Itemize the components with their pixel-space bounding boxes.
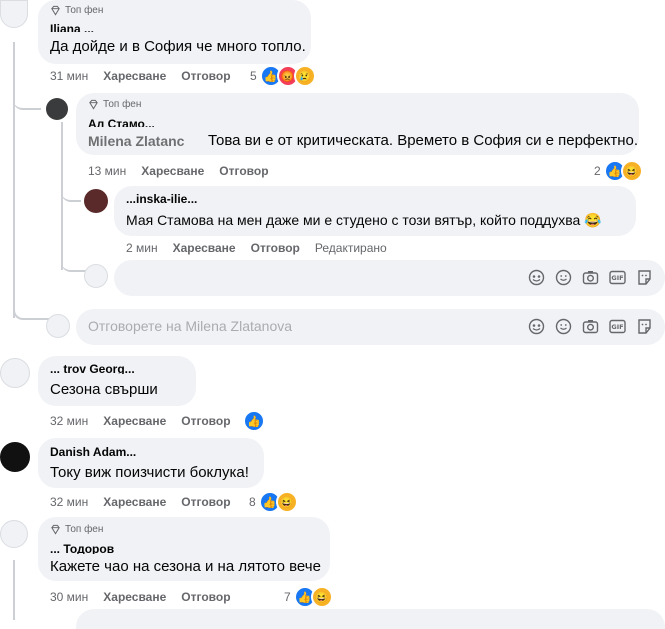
- reply-button[interactable]: Отговор: [181, 590, 230, 604]
- thread-line: [13, 42, 15, 318]
- comment-text: Мая Стамова на мен даже ми е студено с т…: [126, 212, 602, 228]
- reaction-count: 5: [250, 69, 257, 83]
- reply-button[interactable]: Отговор: [181, 69, 230, 83]
- comment-author[interactable]: Danish Adam...: [50, 445, 160, 457]
- like-button[interactable]: Харесване: [173, 241, 236, 255]
- comment-actions: 2 мин Харесване Отговор Редактирано: [126, 241, 387, 255]
- like-button[interactable]: Харесване: [103, 69, 166, 83]
- reply-button[interactable]: Отговор: [181, 495, 230, 509]
- badge-label: Топ фен: [65, 524, 104, 535]
- comment-text: Да дойде и в София че много топло.: [50, 38, 306, 55]
- gif-sticker-icon[interactable]: [636, 318, 653, 335]
- avatar[interactable]: [0, 442, 30, 472]
- avatar: [46, 314, 70, 338]
- emoji-icon[interactable]: [555, 318, 572, 335]
- diamond-icon: [51, 5, 60, 16]
- like-button[interactable]: Харесване: [103, 495, 166, 509]
- like-button[interactable]: Харесване: [103, 590, 166, 604]
- comment-author[interactable]: ... trov Georg...: [50, 364, 190, 374]
- avatar[interactable]: [0, 0, 28, 28]
- emoji-icon[interactable]: [555, 269, 572, 286]
- camera-icon[interactable]: [582, 318, 599, 335]
- reply-button[interactable]: Отговор: [251, 241, 300, 255]
- comment-time[interactable]: 31 мин: [50, 69, 88, 83]
- reply-button[interactable]: Отговор: [219, 164, 268, 178]
- top-fan-badge: Топ фен: [50, 524, 103, 535]
- tagged-user[interactable]: Milena Zlatanc: [88, 133, 184, 149]
- comment-text: Току виж поизчисти боклука!: [50, 464, 249, 481]
- comment-actions: 32 мин Харесване Отговор: [50, 495, 231, 509]
- reaction-count: 7: [284, 590, 291, 604]
- comment-text: Сезона свърши: [50, 381, 158, 398]
- top-fan-badge: Топ фен: [50, 5, 103, 16]
- comment-text: Това ви е от критическата. Времето в Соф…: [208, 132, 639, 149]
- edited-label: Редактирано: [314, 241, 387, 255]
- next-item-edge: [76, 609, 665, 629]
- thread-line: [13, 560, 15, 620]
- reply-button[interactable]: Отговор: [181, 414, 230, 428]
- gif-icon[interactable]: GIF: [609, 269, 626, 286]
- thread-line: [13, 90, 41, 110]
- like-button[interactable]: Харесване: [103, 414, 166, 428]
- reaction-summary[interactable]: 7 👍 😆: [284, 586, 333, 608]
- comment-text: Кажете чао на сезона и на лятото вече: [50, 558, 321, 575]
- sad-icon: 😢: [293, 65, 316, 87]
- sticker-icon[interactable]: [528, 269, 545, 286]
- comment-actions: 30 мин Харесване Отговор: [50, 590, 231, 604]
- reaction-summary[interactable]: 5 👍 😡 😢: [250, 65, 316, 87]
- thread-line: [61, 250, 86, 272]
- reply-placeholder: Отговорете на Milena Zlatanova: [88, 318, 293, 334]
- reaction-summary[interactable]: 👍: [243, 410, 265, 432]
- badge-label: Топ фен: [65, 5, 104, 16]
- comment-author[interactable]: Iliana ...: [50, 20, 150, 32]
- thread-line: [61, 180, 81, 202]
- comment-actions: 32 мин Харесване Отговор: [50, 414, 231, 428]
- gif-sticker-icon[interactable]: [636, 269, 653, 286]
- svg-text:GIF: GIF: [611, 323, 623, 331]
- top-fan-badge: Топ фен: [88, 99, 141, 110]
- like-button[interactable]: Харесване: [141, 164, 204, 178]
- comment-author[interactable]: Ал Стамо...: [88, 115, 168, 127]
- camera-icon[interactable]: [582, 269, 599, 286]
- avatar[interactable]: [0, 358, 30, 388]
- haha-icon: 😆: [275, 491, 298, 513]
- composer-tools: GIF: [528, 269, 653, 286]
- badge-label: Топ фен: [103, 99, 142, 110]
- gif-icon[interactable]: GIF: [609, 318, 626, 335]
- comment-time[interactable]: 32 мин: [50, 414, 88, 428]
- comment-time[interactable]: 32 мин: [50, 495, 88, 509]
- comment-actions: 31 мин Харесване Отговор: [50, 69, 231, 83]
- comment-time[interactable]: 30 мин: [50, 590, 88, 604]
- reaction-summary[interactable]: 2 👍 😆: [594, 160, 643, 182]
- reaction-summary[interactable]: 8 👍 😆: [249, 491, 298, 513]
- avatar[interactable]: [0, 520, 28, 548]
- comment-actions: 13 мин Харесване Отговор: [88, 164, 269, 178]
- avatar[interactable]: [46, 98, 68, 120]
- comment-author[interactable]: ...inska-ilie...: [126, 192, 276, 204]
- avatar[interactable]: [84, 189, 108, 213]
- like-icon: 👍: [243, 410, 265, 432]
- haha-icon: 😆: [310, 586, 333, 608]
- comment-author[interactable]: ... Тодоров: [50, 542, 154, 554]
- composer-tools: GIF: [528, 318, 653, 335]
- diamond-icon: [51, 524, 60, 535]
- comment-time[interactable]: 13 мин: [88, 164, 126, 178]
- comment-time[interactable]: 2 мин: [126, 241, 158, 255]
- svg-text:GIF: GIF: [611, 274, 623, 282]
- avatar: [84, 264, 108, 288]
- diamond-icon: [89, 99, 98, 110]
- reaction-count: 2: [594, 164, 601, 178]
- sticker-icon[interactable]: [528, 318, 545, 335]
- reaction-count: 8: [249, 495, 256, 509]
- haha-icon: 😆: [620, 160, 643, 182]
